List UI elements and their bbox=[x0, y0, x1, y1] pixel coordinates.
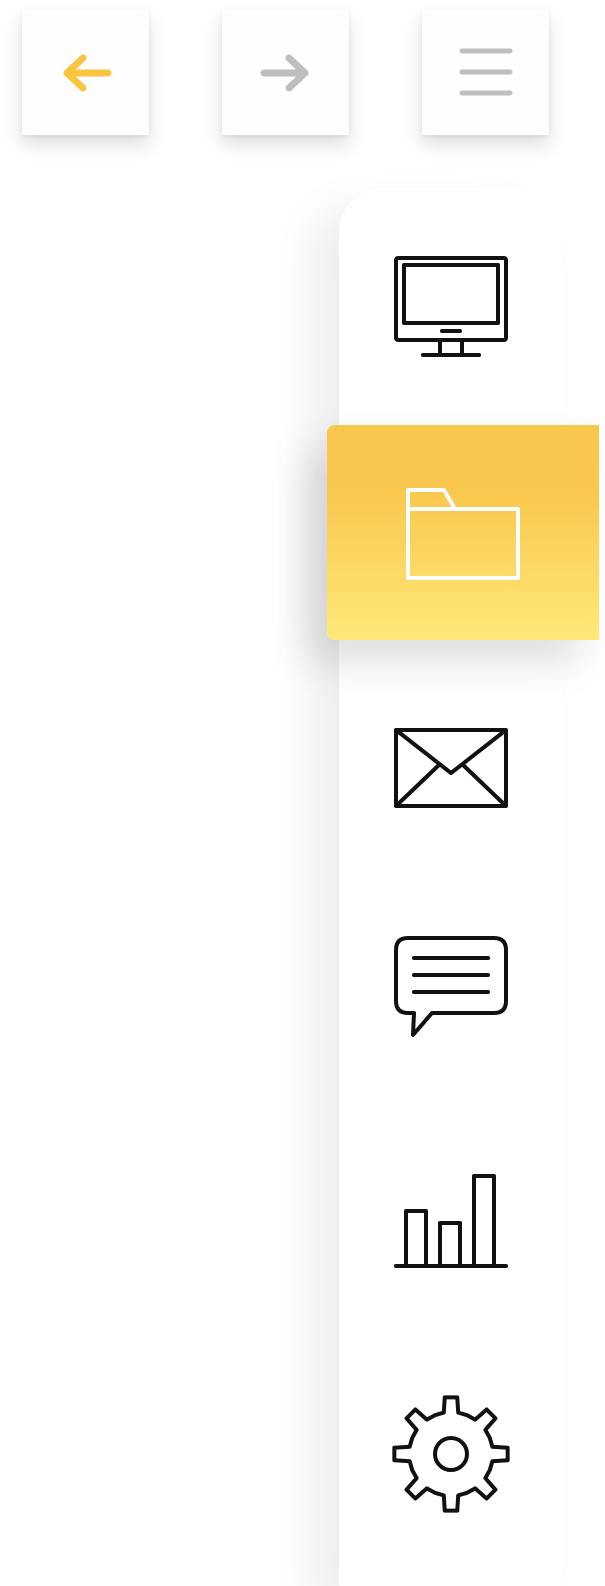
sidebar-item-messages[interactable] bbox=[339, 880, 563, 1095]
forward-button[interactable] bbox=[222, 10, 349, 135]
menu-button[interactable] bbox=[422, 10, 549, 135]
envelope-icon bbox=[394, 727, 508, 808]
folder-icon bbox=[406, 487, 520, 580]
sidebar-nav bbox=[327, 188, 599, 1586]
sidebar-item-statistics[interactable] bbox=[339, 1113, 563, 1328]
gear-icon bbox=[392, 1394, 510, 1513]
sidebar-item-files[interactable] bbox=[327, 425, 599, 640]
sidebar-item-settings[interactable] bbox=[339, 1346, 563, 1561]
sidebar-item-mail[interactable] bbox=[339, 660, 563, 875]
back-button[interactable] bbox=[22, 10, 149, 135]
bar-chart-icon bbox=[394, 1173, 508, 1268]
page bbox=[0, 0, 605, 1586]
hamburger-menu-icon bbox=[459, 48, 512, 95]
arrow-left-icon bbox=[63, 54, 111, 91]
arrow-right-icon bbox=[260, 54, 308, 91]
monitor-icon bbox=[394, 255, 508, 357]
sidebar-item-computer[interactable] bbox=[339, 200, 563, 415]
chat-bubble-icon bbox=[394, 935, 508, 1037]
